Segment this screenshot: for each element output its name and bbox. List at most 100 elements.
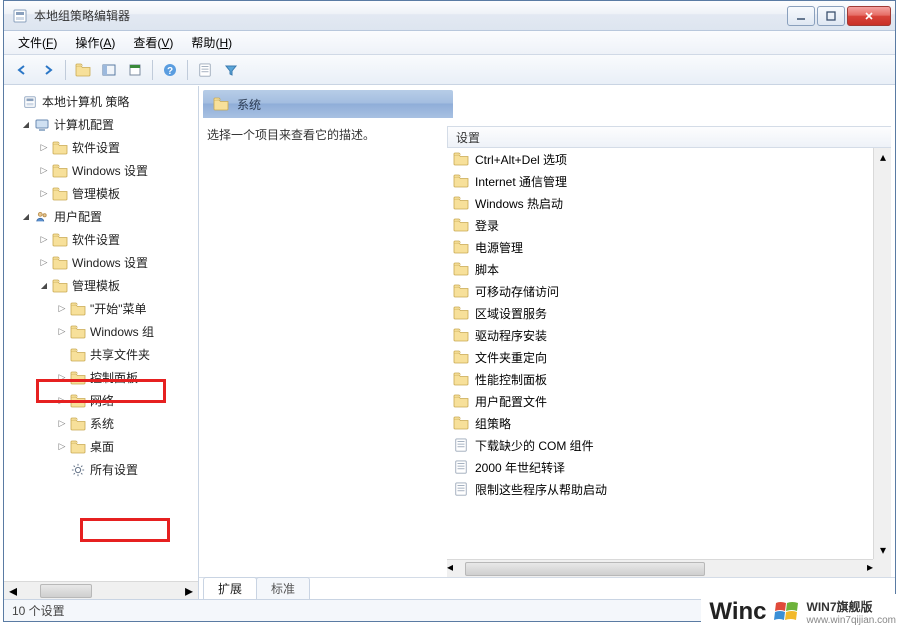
expander-icon[interactable] — [38, 234, 50, 245]
list-item[interactable]: 2000 年世纪转译 — [447, 456, 873, 478]
tree-item[interactable]: 共享文件夹 — [90, 346, 150, 363]
forward-button[interactable] — [36, 58, 60, 82]
show-hide-tree-button[interactable] — [97, 58, 121, 82]
expander-icon[interactable] — [56, 395, 68, 406]
doc-icon — [453, 438, 469, 452]
tree-item[interactable]: 软件设置 — [72, 139, 120, 156]
policy-icon — [22, 95, 38, 109]
expander-icon[interactable] — [38, 142, 50, 153]
list-item[interactable]: 电源管理 — [447, 236, 873, 258]
expander-icon[interactable] — [56, 303, 68, 314]
filter-button[interactable] — [219, 58, 243, 82]
tab-standard[interactable]: 标准 — [256, 577, 310, 599]
menu-file[interactable]: 文件(F) — [10, 32, 65, 53]
folder-icon — [453, 372, 469, 386]
list-item[interactable]: 限制这些程序从帮助启动 — [447, 478, 873, 500]
folder-icon — [52, 164, 68, 178]
expander-icon[interactable] — [20, 212, 32, 221]
tree-item[interactable]: 网络 — [90, 392, 114, 409]
list-item-label: 用户配置文件 — [475, 393, 547, 410]
menubar: 文件(F) 操作(A) 查看(V) 帮助(H) — [4, 31, 895, 55]
tree-user-config[interactable]: 用户配置 — [54, 208, 102, 225]
list-item[interactable]: 性能控制面板 — [447, 368, 873, 390]
expander-icon[interactable] — [38, 165, 50, 176]
tree-item[interactable]: 控制面板 — [90, 369, 138, 386]
list-item-label: 可移动存储访问 — [475, 283, 559, 300]
settings-list[interactable]: Ctrl+Alt+Del 选项Internet 通信管理 Windows 热启动登… — [447, 148, 873, 559]
up-button[interactable] — [71, 58, 95, 82]
list-item[interactable]: 组策略 — [447, 412, 873, 434]
tree-system[interactable]: 系统 — [90, 415, 114, 432]
list-item[interactable]: 驱动程序安装 — [447, 324, 873, 346]
tree-item[interactable]: 管理模板 — [72, 185, 120, 202]
tree-item[interactable]: 桌面 — [90, 438, 114, 455]
maximize-button[interactable] — [817, 6, 845, 26]
list-item[interactable]: 区域设置服务 — [447, 302, 873, 324]
back-button[interactable] — [10, 58, 34, 82]
list-item[interactable]: 可移动存储访问 — [447, 280, 873, 302]
tree-all-settings[interactable]: 所有设置 — [90, 461, 138, 478]
list-vscroll[interactable]: ▴▾ — [873, 148, 891, 559]
tree-item[interactable]: "开始"菜单 — [90, 300, 147, 317]
list-item-label: Windows 热启动 — [475, 195, 563, 212]
expander-icon[interactable] — [56, 326, 68, 337]
list-item[interactable]: 登录 — [447, 214, 873, 236]
gear-icon — [70, 463, 86, 477]
window-title: 本地组策略编辑器 — [34, 7, 787, 24]
list-item-label: 登录 — [475, 217, 499, 234]
tree-root[interactable]: 本地计算机 策略 — [42, 93, 129, 110]
folder-icon — [213, 97, 229, 111]
expander-icon[interactable] — [56, 418, 68, 429]
folder-icon — [453, 218, 469, 232]
list-item[interactable]: 下载缺少的 COM 组件 — [447, 434, 873, 456]
list-item[interactable]: 用户配置文件 — [447, 390, 873, 412]
watermark-url: www.win7qijian.com — [807, 615, 896, 626]
folder-icon — [453, 328, 469, 342]
tree-computer-config[interactable]: 计算机配置 — [54, 116, 114, 133]
minimize-button[interactable] — [787, 6, 815, 26]
tree-admin-templates[interactable]: 管理模板 — [72, 277, 120, 294]
tree-item[interactable]: Windows 设置 — [72, 254, 148, 271]
list-item[interactable]: Internet 通信管理 — [447, 170, 873, 192]
expander-icon[interactable] — [38, 188, 50, 199]
menu-help[interactable]: 帮助(H) — [183, 32, 240, 53]
menu-view[interactable]: 查看(V) — [125, 32, 181, 53]
detail-title: 系统 — [237, 96, 261, 113]
help-button[interactable]: ? — [158, 58, 182, 82]
expander-icon[interactable] — [38, 257, 50, 268]
list-hscroll[interactable]: ◂▸ — [447, 559, 873, 577]
expander-icon[interactable] — [56, 372, 68, 383]
list-item[interactable]: Windows 热启动 — [447, 192, 873, 214]
tree-item[interactable]: Windows 设置 — [72, 162, 148, 179]
column-header-settings[interactable]: 设置 — [447, 126, 891, 148]
list-item[interactable]: 脚本 — [447, 258, 873, 280]
description-text: 选择一个项目来查看它的描述。 — [207, 126, 447, 577]
export-button[interactable] — [193, 58, 217, 82]
tree-item[interactable]: Windows 组 — [90, 323, 154, 340]
properties-button[interactable] — [123, 58, 147, 82]
list-item[interactable]: Ctrl+Alt+Del 选项 — [447, 148, 873, 170]
tree[interactable]: 本地计算机 策略 计算机配置 软件设置 Windows 设置 管理模板 用户配置… — [4, 86, 198, 581]
folder-icon — [453, 196, 469, 210]
menu-action[interactable]: 操作(A) — [67, 32, 123, 53]
close-button[interactable] — [847, 6, 891, 26]
folder-icon — [70, 417, 86, 431]
status-text: 10 个设置 — [12, 602, 65, 619]
list-item-label: 限制这些程序从帮助启动 — [475, 481, 607, 498]
folder-icon — [453, 152, 469, 166]
tab-extended[interactable]: 扩展 — [203, 577, 257, 599]
titlebar: 本地组策略编辑器 — [4, 1, 895, 31]
tree-hscroll[interactable]: ◂▸ — [4, 581, 198, 599]
doc-icon — [453, 460, 469, 474]
expander-icon[interactable] — [38, 281, 50, 290]
users-icon — [34, 210, 50, 224]
tree-item[interactable]: 软件设置 — [72, 231, 120, 248]
folder-icon — [453, 416, 469, 430]
folder-icon — [52, 141, 68, 155]
list-item-label: 组策略 — [475, 415, 511, 432]
expander-icon[interactable] — [20, 120, 32, 129]
list-item[interactable]: 文件夹重定向 — [447, 346, 873, 368]
folder-icon — [453, 350, 469, 364]
expander-icon[interactable] — [56, 441, 68, 452]
list-item-label: 区域设置服务 — [475, 305, 547, 322]
